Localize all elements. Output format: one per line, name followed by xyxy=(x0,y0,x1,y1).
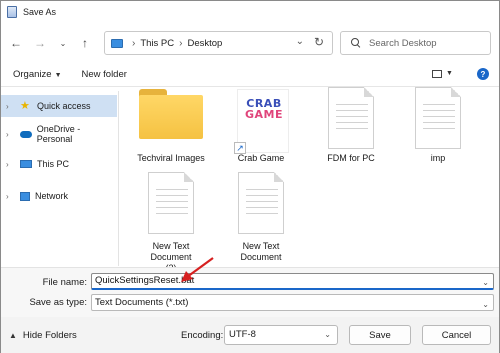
network-icon xyxy=(20,191,30,201)
sidebar-item-onedrive[interactable]: › OneDrive - Personal xyxy=(1,123,117,145)
pc-icon xyxy=(20,160,32,168)
sidebar-item-label: OneDrive - Personal xyxy=(36,124,81,144)
file-name-field[interactable]: QuickSettingsReset.bat ⌄ xyxy=(91,273,494,290)
chevron-down-icon[interactable]: ⌄ xyxy=(482,297,489,312)
navigation-pane: › ★ Quick access › OneDrive - Personal ›… xyxy=(1,91,119,266)
sidebar-item-label: Quick access xyxy=(37,101,91,111)
document-icon xyxy=(328,87,374,149)
hide-folders-button[interactable]: ▲ Hide Folders xyxy=(9,330,77,341)
chevron-right-icon[interactable]: › xyxy=(6,130,14,139)
sidebar-item-quick-access[interactable]: › ★ Quick access xyxy=(1,95,117,117)
file-name: New Text Document xyxy=(240,241,282,262)
help-icon[interactable]: ? xyxy=(477,68,489,80)
search-input[interactable]: Search Desktop xyxy=(340,31,491,55)
cancel-button[interactable]: Cancel xyxy=(422,325,491,345)
arrow-right-icon[interactable]: → xyxy=(31,34,49,52)
navigation-bar: ← → ⌄ ↑ › This PC › Desktop ⌄ ↻ Search D… xyxy=(1,28,499,58)
star-icon: ★ xyxy=(20,99,30,112)
arrow-up-icon[interactable]: ↑ xyxy=(76,34,94,52)
folder-icon xyxy=(139,89,203,139)
file-name-label: File name: xyxy=(42,277,87,288)
sidebar-item-label: This PC xyxy=(37,159,70,169)
sidebar-item-this-pc[interactable]: › This PC xyxy=(1,153,117,175)
save-as-dialog: Save As ← → ⌄ ↑ › This PC › Desktop ⌄ ↻ … xyxy=(0,0,500,353)
encoding-value: UTF-8 xyxy=(229,329,256,340)
list-item[interactable]: New Text Document (2) xyxy=(126,172,216,267)
chevron-right-icon[interactable]: › xyxy=(6,160,14,169)
search-placeholder: Search Desktop xyxy=(369,37,437,49)
pane-divider[interactable] xyxy=(118,91,119,266)
address-bar[interactable]: › This PC › Desktop ⌄ ↻ xyxy=(104,31,333,55)
document-icon xyxy=(238,172,284,234)
title-bar: Save As xyxy=(1,1,499,22)
file-form: File name: QuickSettingsReset.bat ⌄ Save… xyxy=(1,267,499,317)
crab-game-thumbnail: CRAB GAME ↗ xyxy=(234,89,289,154)
file-name: Techviral Images xyxy=(137,153,205,163)
sidebar-item-label: Network xyxy=(35,191,69,201)
chevron-right-icon[interactable]: › xyxy=(6,192,14,201)
document-icon xyxy=(148,172,194,234)
encoding-select[interactable]: UTF-8 ⌄ xyxy=(224,325,338,345)
breadcrumb-desktop[interactable]: Desktop xyxy=(187,38,222,49)
search-icon xyxy=(351,38,361,48)
file-list: Techviral Images CRAB GAME ↗ Crab Game F… xyxy=(120,87,499,267)
document-icon xyxy=(415,87,461,149)
list-item[interactable]: FDM for PC xyxy=(306,87,396,167)
pc-icon xyxy=(111,38,123,48)
command-bar: Organize ▼ New folder ▼ ? xyxy=(1,63,499,87)
list-item[interactable]: CRAB GAME ↗ Crab Game xyxy=(216,87,306,167)
new-folder-button[interactable]: New folder xyxy=(82,69,127,80)
refresh-icon[interactable]: ↻ xyxy=(314,35,324,49)
chevron-down-icon[interactable]: ⌄ xyxy=(482,276,489,290)
crab-game-logo: CRAB GAME xyxy=(242,98,286,120)
encoding-label: Encoding: xyxy=(181,330,224,341)
chevron-down-icon[interactable]: ⌄ xyxy=(54,34,72,52)
cloud-icon xyxy=(19,130,32,138)
view-options-icon[interactable] xyxy=(432,70,442,78)
list-item[interactable]: Techviral Images xyxy=(126,87,216,167)
caret-up-icon: ▲ xyxy=(9,331,17,340)
organize-label: Organize xyxy=(13,69,52,80)
caret-down-icon: ▼ xyxy=(54,72,62,79)
chevron-right-icon[interactable]: › xyxy=(179,38,182,49)
list-item[interactable]: imp xyxy=(393,87,483,167)
caret-down-icon[interactable]: ▼ xyxy=(446,70,453,77)
chevron-right-icon[interactable]: › xyxy=(6,102,14,111)
file-name: imp xyxy=(430,153,446,163)
chevron-down-icon[interactable]: ⌄ xyxy=(324,326,331,344)
dialog-footer: ▲ Hide Folders Encoding: UTF-8 ⌄ Save Ca… xyxy=(1,317,499,353)
arrow-left-icon[interactable]: ← xyxy=(7,34,25,52)
file-name: Crab Game xyxy=(237,153,285,163)
notepad-icon xyxy=(7,5,17,18)
sidebar-item-network[interactable]: › Network xyxy=(1,185,117,207)
chevron-down-icon[interactable]: ⌄ xyxy=(296,36,304,47)
save-as-type-label: Save as type: xyxy=(29,297,87,308)
window-title: Save As xyxy=(23,6,57,17)
save-as-type-value: Text Documents (*.txt) xyxy=(95,297,189,308)
chevron-right-icon[interactable]: › xyxy=(132,38,135,49)
save-as-type-select[interactable]: Text Documents (*.txt) ⌄ xyxy=(91,294,494,311)
hide-folders-label: Hide Folders xyxy=(22,330,77,341)
breadcrumb-this-pc[interactable]: This PC xyxy=(140,38,174,49)
list-item[interactable]: New Text Document xyxy=(216,172,306,267)
thumb-line-2: GAME xyxy=(244,108,283,121)
save-button[interactable]: Save xyxy=(349,325,411,345)
file-name: FDM for PC xyxy=(327,153,375,163)
annotation-arrow xyxy=(181,257,214,282)
organize-button[interactable]: Organize ▼ xyxy=(13,69,62,80)
